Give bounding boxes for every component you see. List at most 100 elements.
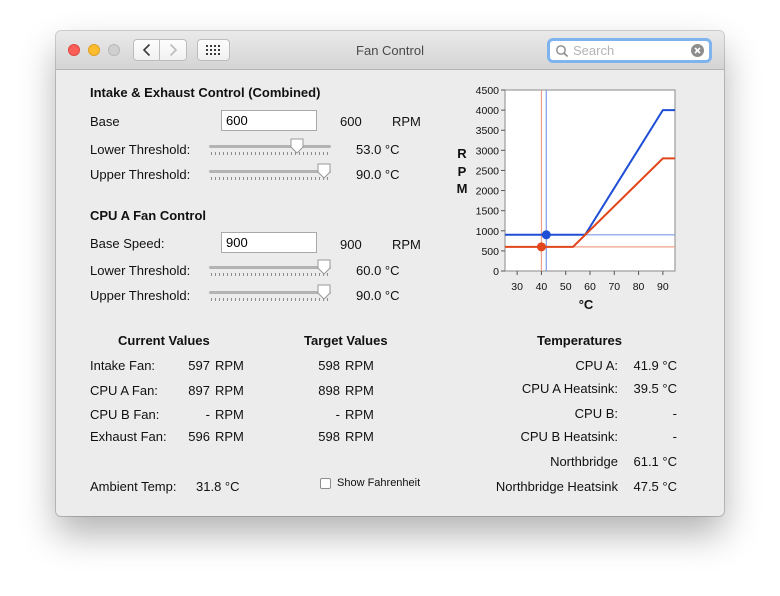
y-tick-label: 4000 (476, 105, 500, 117)
intake-section-title: Intake & Exhaust Control (Combined) (90, 85, 321, 100)
cpu-a-lower-label: Lower Threshold: (90, 263, 191, 278)
search-placeholder: Search (573, 43, 615, 58)
current-row-label: CPU B Fan: (90, 407, 160, 422)
target-row-value: 598 (318, 358, 340, 373)
temperatures-title: Temperatures (537, 333, 623, 348)
current-row-unit: RPM (215, 358, 244, 373)
close-window-button[interactable] (68, 44, 80, 56)
current-row-label: CPU A Fan: (90, 383, 158, 398)
cpu-a-base-unit: RPM (392, 237, 421, 252)
temp-row-label: CPU B Heatsink: (520, 429, 618, 444)
temp-row-label: CPU B: (574, 406, 618, 421)
temp-row-value: - (672, 406, 677, 421)
temp-row-label: Northbridge (550, 454, 618, 469)
current-row-unit: RPM (215, 429, 244, 444)
y-tick-label: 1500 (476, 206, 500, 218)
zoom-window-button[interactable] (108, 44, 120, 56)
intake-base-label: Base (90, 114, 120, 129)
current-row-label: Exhaust Fan: (90, 429, 167, 444)
cpu-a-section-title: CPU A Fan Control (90, 208, 207, 223)
cpu-a-lower-value: 60.0 °C (356, 263, 400, 278)
target-row-value: 898 (318, 383, 340, 398)
y-tick-label: 2500 (476, 165, 500, 177)
y-tick-label: 500 (481, 246, 499, 258)
target-row-unit: RPM (345, 429, 374, 444)
x-tick-label: 40 (536, 281, 548, 293)
cpu-a-upper-label: Upper Threshold: (90, 288, 191, 303)
show-fahrenheit-checkbox[interactable] (320, 478, 331, 489)
temp-row-value: 47.5 °C (633, 479, 677, 494)
chevron-right-icon (169, 43, 178, 57)
target-row-unit: RPM (345, 407, 374, 422)
temp-row-value: 41.9 °C (633, 358, 677, 373)
minimize-window-button[interactable] (88, 44, 100, 56)
intake-lower-slider[interactable] (209, 137, 331, 159)
target-row-unit: RPM (345, 383, 374, 398)
current-row-value: - (205, 407, 210, 422)
cpu-a-base-label: Base Speed: (90, 236, 165, 251)
fan-control-window: Fan Control Search Intake & Exhaust Cont… (56, 31, 724, 516)
show-fahrenheit-label[interactable]: Show Fahrenheit (337, 477, 420, 489)
slider-thumb[interactable] (317, 163, 331, 179)
cpu-a-upper-value: 90.0 °C (356, 288, 400, 303)
y-tick-label: 2000 (476, 186, 500, 198)
y-tick-label: 3000 (476, 145, 500, 157)
temp-row-label: CPU A Heatsink: (521, 381, 618, 396)
slider-thumb[interactable] (290, 138, 304, 154)
series-current-point (541, 230, 551, 240)
current-row-value: 597 (188, 358, 210, 373)
intake-lower-value: 53.0 °C (356, 142, 400, 157)
slider-thumb[interactable] (317, 259, 331, 275)
x-tick-label: 80 (633, 281, 645, 293)
intake-base-unit: RPM (392, 114, 421, 129)
current-row-value: 596 (188, 429, 210, 444)
temp-row-label: CPU A: (575, 358, 618, 373)
clear-search-icon[interactable] (690, 43, 705, 58)
back-button[interactable] (133, 39, 160, 61)
slider-thumb[interactable] (317, 284, 331, 300)
x-tick-label: 70 (608, 281, 620, 293)
title-bar: Fan Control Search (56, 31, 724, 70)
search-icon (556, 45, 569, 58)
temp-row-value: 61.1 °C (633, 454, 677, 469)
grid-icon (206, 45, 220, 55)
forward-button[interactable] (160, 39, 187, 61)
current-row-unit: RPM (215, 407, 244, 422)
x-tick-label: 90 (657, 281, 669, 293)
current-row-unit: RPM (215, 383, 244, 398)
x-axis-label: °C (579, 297, 594, 312)
x-tick-label: 30 (511, 281, 523, 293)
cpu-a-base-display: 900 (340, 237, 362, 252)
fan-curve-chart: 0 500 1000 1500 2000 2500 3000 3500 4000 4500 30 40… (476, 85, 676, 312)
target-row-value: - (335, 407, 340, 422)
current-row-label: Intake Fan: (90, 358, 156, 373)
cpu-a-lower-slider[interactable] (209, 258, 331, 280)
intake-base-input[interactable] (221, 110, 317, 131)
x-tick-label: 60 (584, 281, 596, 293)
series-current-point (536, 242, 546, 252)
intake-upper-value: 90.0 °C (356, 167, 400, 182)
search-field[interactable]: Search (547, 38, 712, 63)
y-tick-label: 4500 (476, 85, 500, 97)
plot-area (504, 89, 676, 272)
ambient-temp-value: 31.8 °C (196, 479, 240, 494)
current-values-title: Current Values (118, 333, 210, 348)
target-row-value: 598 (318, 429, 340, 444)
window-title: Fan Control (356, 43, 424, 58)
y-tick-label: 3500 (476, 125, 500, 137)
cpu-a-base-input[interactable] (221, 232, 317, 253)
intake-upper-slider[interactable] (209, 162, 331, 184)
intake-base-display: 600 (340, 114, 362, 129)
y-tick-label: 0 (493, 266, 499, 278)
target-values-title: Target Values (304, 333, 388, 348)
temp-row-label: Northbridge Heatsink (495, 479, 618, 494)
target-row-unit: RPM (345, 358, 374, 373)
x-tick-label: 50 (560, 281, 572, 293)
y-tick-label: 1000 (476, 226, 500, 238)
show-all-button[interactable] (197, 39, 230, 61)
temp-row-value: 39.5 °C (633, 381, 677, 396)
ambient-temp-label: Ambient Temp: (90, 479, 177, 494)
intake-upper-label: Upper Threshold: (90, 167, 191, 182)
temp-row-value: - (672, 429, 677, 444)
cpu-a-upper-slider[interactable] (209, 283, 331, 305)
